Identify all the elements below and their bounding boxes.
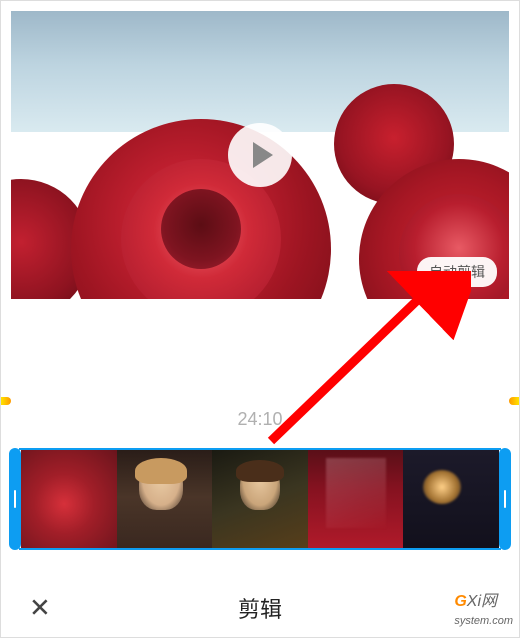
timeline-thumb [117, 450, 213, 548]
cancel-button[interactable]: ✕ [29, 593, 51, 624]
timeline-area: 24:10 [1, 409, 519, 550]
play-icon [253, 142, 273, 168]
decoration [509, 397, 519, 405]
watermark: GXi网 system.com [454, 587, 513, 629]
track-border [19, 548, 501, 550]
watermark-domain: system.com [454, 615, 513, 627]
track-border [19, 448, 501, 450]
page-title: 剪辑 [238, 592, 282, 624]
timeline-thumb [21, 450, 117, 548]
trim-handle-left[interactable] [9, 448, 21, 550]
bottom-bar: ✕ 剪辑 [1, 579, 519, 637]
timeline-thumb [308, 450, 404, 548]
play-button[interactable] [228, 123, 292, 187]
spacer [1, 301, 519, 411]
watermark-suffix: 网 [481, 593, 497, 610]
trim-handle-right[interactable] [499, 448, 511, 550]
timeline-track[interactable] [9, 448, 511, 550]
watermark-mid: Xi [467, 593, 481, 610]
time-label: 24:10 [1, 409, 519, 430]
video-preview: 自动剪辑 [11, 11, 509, 299]
watermark-prefix: G [454, 593, 466, 610]
close-icon: ✕ [29, 593, 51, 623]
auto-clip-button[interactable]: 自动剪辑 [417, 257, 497, 287]
thumbnail-strip [21, 450, 499, 548]
decoration [1, 397, 11, 405]
auto-clip-label: 自动剪辑 [429, 264, 485, 280]
rose-graphic [71, 119, 331, 299]
timeline-thumb [403, 450, 499, 548]
timeline-thumb [212, 450, 308, 548]
